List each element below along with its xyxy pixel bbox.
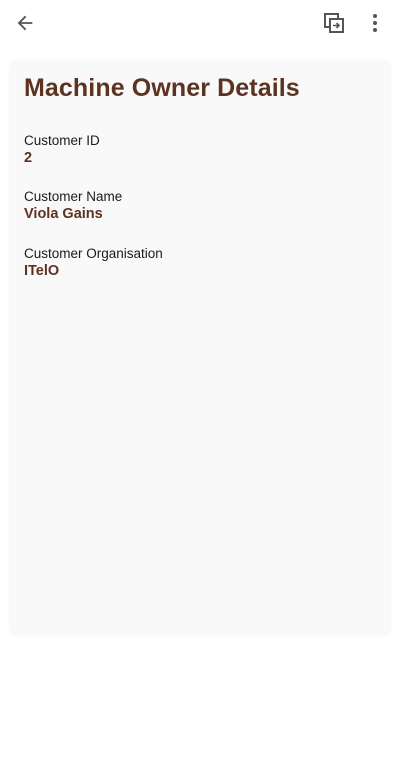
back-button[interactable]: [9, 7, 41, 39]
customer-id-label: Customer ID: [24, 133, 100, 148]
customer-name-label: Customer Name: [24, 189, 123, 204]
customer-name-value: Viola Gains: [24, 206, 103, 222]
copy-icon: [322, 11, 346, 35]
customer-organisation-field: Customer Organisation ITelO: [24, 246, 163, 280]
customer-organisation-value: ITelO: [24, 263, 60, 279]
customer-id-value: 2: [24, 150, 33, 166]
arrow-left-icon: [14, 12, 36, 34]
copy-button[interactable]: [318, 7, 350, 39]
owner-details-card: Machine Owner Details Customer ID 2 Cust…: [9, 60, 391, 636]
page-title: Machine Owner Details: [24, 74, 300, 102]
customer-organisation-label: Customer Organisation: [24, 246, 163, 261]
more-options-button[interactable]: [359, 7, 391, 39]
app-bar: [0, 0, 400, 48]
customer-id-field: Customer ID 2: [24, 133, 100, 167]
customer-name-field: Customer Name Viola Gains: [24, 189, 122, 223]
more-vertical-icon: [363, 11, 387, 35]
